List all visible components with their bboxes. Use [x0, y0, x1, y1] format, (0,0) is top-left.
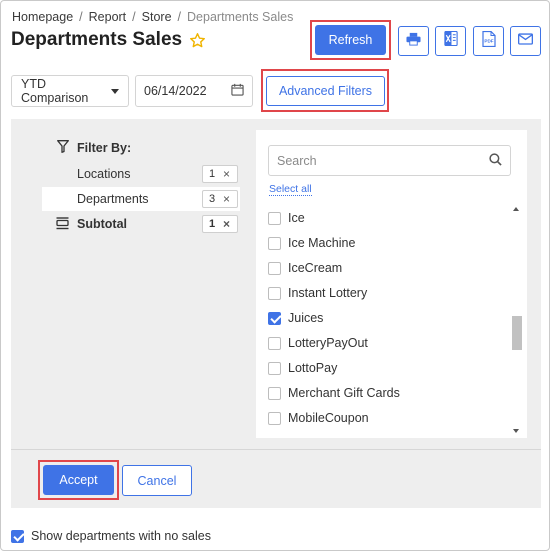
breadcrumb-store[interactable]: Store: [142, 10, 172, 24]
breadcrumb-current: Departments Sales: [187, 10, 294, 24]
filter-by-heading: Filter By:: [57, 140, 131, 156]
filter-count-badge: 1 ×: [202, 165, 238, 183]
email-icon: [517, 32, 534, 50]
subtotal-row[interactable]: Subtotal 1 ×: [42, 212, 240, 236]
search-icon[interactable]: [489, 152, 502, 169]
search-input[interactable]: Search: [268, 145, 511, 176]
checkbox[interactable]: [268, 236, 281, 250]
panel-divider: [11, 449, 541, 450]
checkbox[interactable]: [268, 411, 281, 425]
email-button[interactable]: [510, 26, 541, 56]
advanced-filters-button[interactable]: Advanced Filters: [266, 76, 385, 106]
checkbox[interactable]: [268, 386, 281, 400]
department-item-instant-lottery[interactable]: Instant Lottery: [268, 283, 367, 303]
refresh-button[interactable]: Refresh: [315, 25, 386, 55]
filter-row-label: Departments: [77, 192, 149, 206]
department-item-ice-machine[interactable]: Ice Machine: [268, 233, 355, 253]
show-no-sales-label: Show departments with no sales: [31, 529, 211, 543]
checkbox[interactable]: [268, 336, 281, 350]
pdf-icon: PDF: [481, 30, 496, 52]
department-item-ice[interactable]: Ice: [268, 208, 305, 228]
caret-down-icon: [111, 88, 119, 94]
department-label: MobileCoupon: [288, 411, 369, 425]
department-label: IceCream: [288, 261, 343, 275]
filter-row-departments[interactable]: Departments 3 ×: [42, 187, 240, 211]
pdf-icon-text: PDF: [484, 38, 493, 43]
print-button[interactable]: [398, 26, 429, 56]
department-label: Merchant Gift Cards: [288, 386, 400, 400]
subtotal-count-badge: 1 ×: [202, 215, 238, 233]
scroll-up-arrow-icon[interactable]: [513, 207, 519, 211]
excel-export-button[interactable]: [435, 26, 466, 56]
checkbox[interactable]: [268, 361, 281, 375]
breadcrumb-separator: /: [79, 10, 83, 24]
show-no-sales-option[interactable]: Show departments with no sales: [11, 529, 211, 543]
scrollbar-thumb[interactable]: [512, 316, 522, 350]
filter-row-label: Locations: [77, 167, 131, 181]
department-item-mobilecoupon[interactable]: MobileCoupon: [268, 408, 369, 428]
report-type-value: YTD Comparison: [21, 77, 89, 105]
department-item-lotterypayout[interactable]: LotteryPayOut: [268, 333, 368, 353]
remove-subtotal-icon[interactable]: ×: [223, 217, 230, 231]
department-item-merchant-gift-cards[interactable]: Merchant Gift Cards: [268, 383, 400, 403]
filter-by-label: Filter By:: [77, 141, 132, 155]
filter-count: 1: [209, 168, 216, 180]
department-label: Instant Lottery: [288, 286, 368, 300]
select-all-link[interactable]: Select all: [269, 183, 312, 196]
filter-row-locations[interactable]: Locations 1 ×: [42, 162, 240, 186]
filter-count-badge: 3 ×: [202, 190, 238, 208]
title-row: Departments Sales: [11, 29, 206, 51]
department-label: LottoPay: [288, 361, 338, 375]
department-label: Juices: [288, 311, 324, 325]
breadcrumb: Homepage / Report / Store / Departments Sales: [12, 10, 293, 24]
calendar-icon[interactable]: [231, 83, 244, 99]
report-type-select[interactable]: YTD Comparison: [11, 75, 129, 107]
subtotal-label: Subtotal: [77, 217, 127, 231]
checkbox[interactable]: [268, 211, 281, 225]
department-item-juices[interactable]: Juices: [268, 308, 323, 328]
show-no-sales-checkbox[interactable]: [11, 529, 24, 543]
remove-filter-icon[interactable]: ×: [223, 167, 230, 181]
date-input[interactable]: 06/14/2022: [135, 75, 253, 107]
excel-icon: [443, 30, 458, 51]
subtotal-count: 1: [209, 218, 216, 230]
department-label: Ice: [288, 211, 305, 225]
department-list: Ice Ice Machine IceCream Instant Lottery…: [256, 205, 510, 435]
report-page: Homepage / Report / Store / Departments Sales …: [0, 0, 550, 551]
department-label: Ice Machine: [288, 236, 356, 250]
department-list-panel: Search Select all Ice Ice Machine IceCre…: [256, 130, 527, 438]
funnel-icon: [57, 140, 69, 156]
pdf-export-button[interactable]: PDF: [473, 26, 504, 56]
breadcrumb-separator: /: [132, 10, 136, 24]
breadcrumb-report[interactable]: Report: [89, 10, 127, 24]
filter-count: 3: [209, 193, 216, 205]
search-placeholder: Search: [277, 153, 317, 168]
cancel-button[interactable]: Cancel: [122, 465, 192, 496]
breadcrumb-homepage[interactable]: Homepage: [12, 10, 73, 24]
checkbox[interactable]: [268, 286, 281, 300]
breadcrumb-separator: /: [177, 10, 182, 24]
accept-button[interactable]: Accept: [43, 465, 114, 495]
print-icon: [406, 32, 421, 51]
department-item-lottopay[interactable]: LottoPay: [268, 358, 337, 378]
star-outline-icon[interactable]: [189, 32, 206, 49]
remove-filter-icon[interactable]: ×: [223, 192, 230, 206]
date-value: 06/14/2022: [144, 84, 207, 98]
page-title: Departments Sales: [11, 29, 183, 50]
checkbox[interactable]: [268, 261, 281, 275]
list-scrollbar[interactable]: [511, 205, 523, 435]
department-item-icecream[interactable]: IceCream: [268, 258, 342, 278]
subtotal-icon: [56, 217, 69, 233]
checkbox-checked[interactable]: [268, 311, 281, 325]
department-label: LotteryPayOut: [288, 336, 368, 350]
scroll-down-arrow-icon[interactable]: [513, 429, 519, 433]
